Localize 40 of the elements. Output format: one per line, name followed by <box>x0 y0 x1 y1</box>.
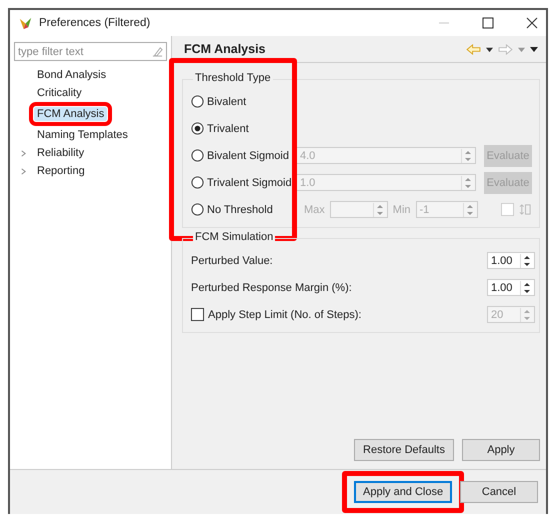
close-icon[interactable] <box>526 17 538 29</box>
checkbox-label[interactable]: Apply Step Limit (No. of Steps): <box>208 308 362 320</box>
radio-button[interactable] <box>191 203 204 216</box>
maximize-icon[interactable] <box>482 17 494 29</box>
radio-label[interactable]: Trivalent Sigmoid <box>207 176 292 188</box>
tree-item[interactable]: Naming Templates <box>34 128 131 142</box>
page-button[interactable]: Restore Defaults <box>354 439 454 461</box>
field-label: Perturbed Response Margin (%): <box>191 282 352 294</box>
window-title: Preferences (Filtered) <box>39 17 150 29</box>
menu-caret-icon[interactable] <box>530 45 538 53</box>
radio-button[interactable] <box>191 95 204 108</box>
min-label: Min <box>392 204 411 216</box>
radio-button[interactable] <box>191 122 204 135</box>
tree-item[interactable]: Reliability <box>34 146 88 160</box>
tree-item[interactable]: FCM Analysis <box>34 107 108 121</box>
group-title: Threshold Type <box>193 72 273 84</box>
page-title: FCM Analysis <box>184 42 266 56</box>
group-title: FCM Simulation <box>193 231 276 243</box>
chevron-icon[interactable] <box>20 150 27 156</box>
number-spinner[interactable]: 1.00 <box>487 279 535 296</box>
radio-label[interactable]: Bivalent Sigmoid <box>207 150 289 162</box>
filter-field[interactable]: type filter text <box>14 42 167 61</box>
page-button[interactable]: Apply <box>462 439 540 461</box>
field-label: Perturbed Value: <box>191 254 273 266</box>
tree-item[interactable]: Bond Analysis <box>34 68 110 82</box>
radio-button[interactable] <box>191 149 204 162</box>
max-label: Max <box>304 204 325 216</box>
tree-item[interactable]: Criticality <box>34 86 85 100</box>
chevron-icon[interactable] <box>20 168 27 174</box>
radio-label[interactable]: No Threshold <box>207 204 273 216</box>
checkbox[interactable] <box>191 308 204 321</box>
radio-button[interactable] <box>191 176 204 189</box>
tree-item[interactable]: Reporting <box>34 164 88 178</box>
dialog-button[interactable]: Apply and Close <box>354 481 452 503</box>
caret-icon[interactable] <box>486 46 493 52</box>
dialog-button[interactable]: Cancel <box>460 481 538 503</box>
number-spinner[interactable]: 1.00 <box>487 252 535 269</box>
leaf-logo-icon <box>18 16 33 30</box>
radio-label[interactable]: Bivalent <box>207 96 246 108</box>
radio-label[interactable]: Trivalent <box>207 122 249 134</box>
